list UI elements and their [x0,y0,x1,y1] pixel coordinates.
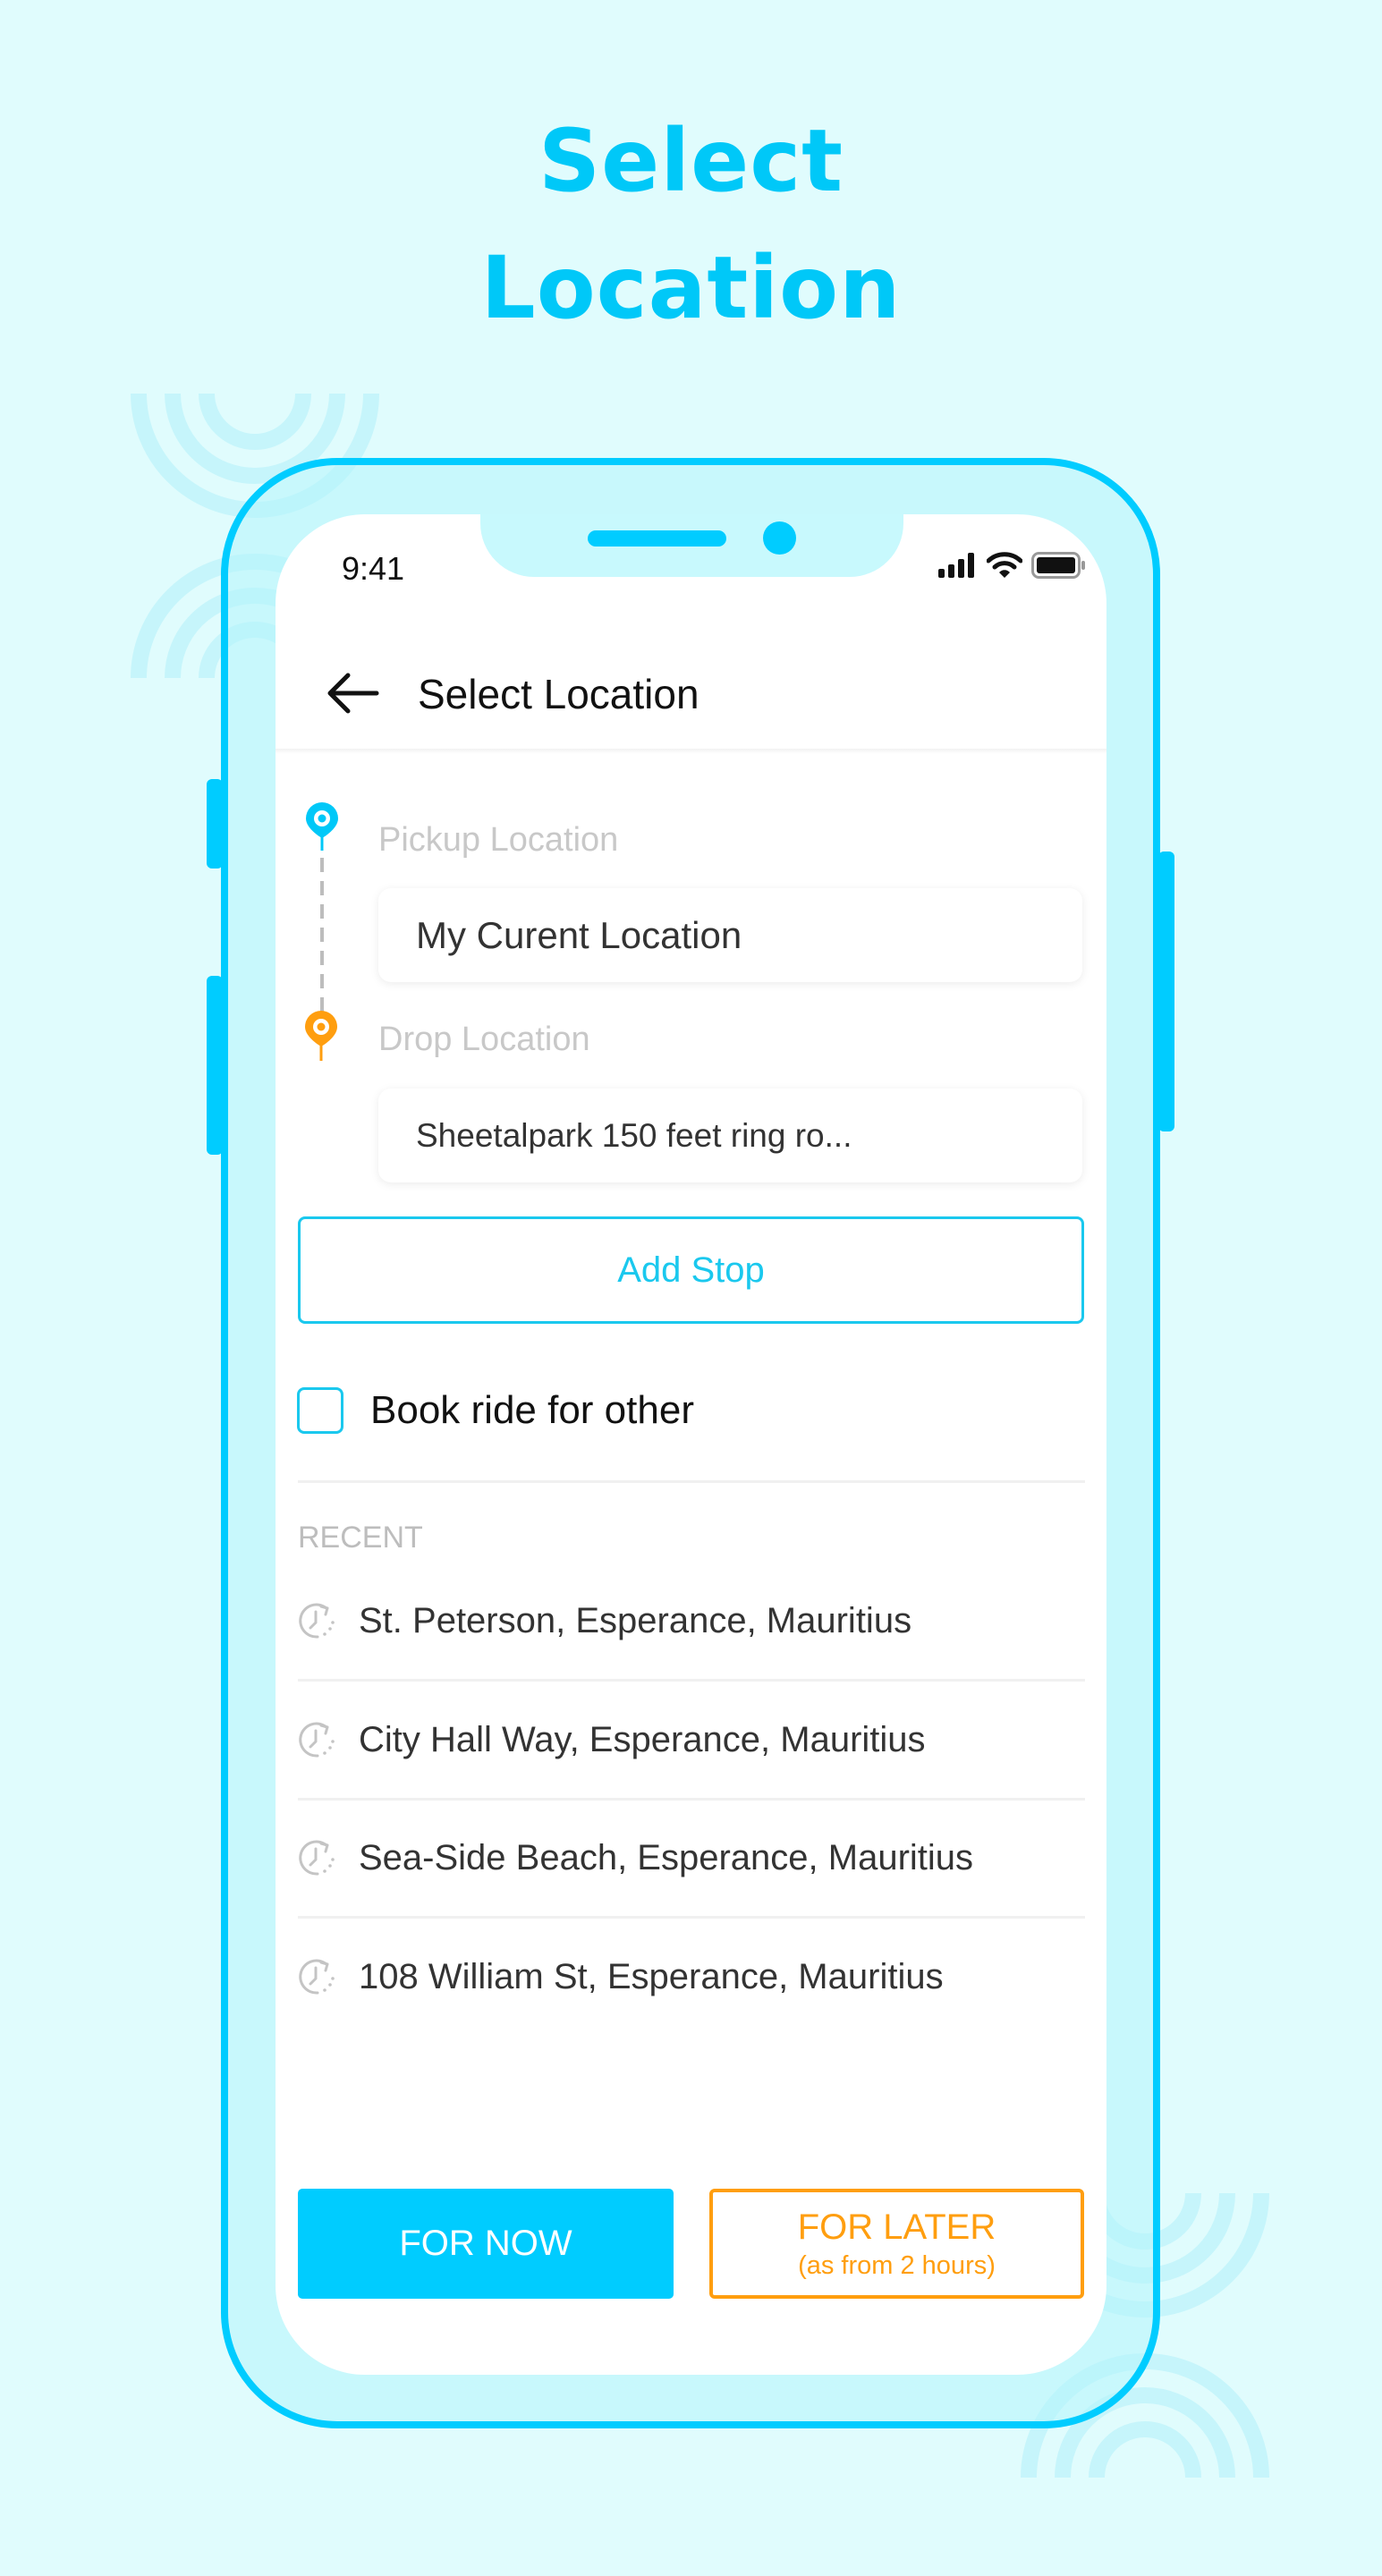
pickup-label: Pickup Location [378,821,619,859]
phone-side-button-power [1158,852,1174,1131]
history-icon [298,1838,337,1877]
drop-location-input[interactable]: Sheetalpark 150 feet ring ro... [378,1089,1082,1182]
book-for-other-checkbox[interactable] [297,1387,343,1434]
recent-item-text: Sea-Side Beach, Esperance, Mauritius [359,1837,974,1877]
arrow-left-icon [325,673,382,724]
page-title: Select Location [418,671,699,717]
history-icon [298,1601,337,1640]
recent-item[interactable]: Sea-Side Beach, Esperance, Mauritius [298,1809,1085,1907]
app-header: Select Location [276,640,1106,749]
battery-icon [1031,552,1087,582]
phone-notch [480,514,903,577]
drop-pin-icon [305,1011,337,1061]
list-divider [298,1679,1085,1682]
speaker-grille [588,530,726,547]
hero-title-line-2: Location [480,238,902,338]
recent-item[interactable]: St. Peterson, Esperance, Mauritius [298,1572,1085,1670]
status-icons [938,552,1087,582]
for-later-label: FOR LATER [797,2207,996,2247]
history-icon [298,1957,337,1996]
pickup-location-input[interactable]: My Curent Location [378,888,1082,982]
book-for-other-label: Book ride for other [370,1388,694,1432]
drop-location-value: Sheetalpark 150 feet ring ro... [416,1116,852,1154]
pickup-pin-icon [306,802,338,851]
phone-screen: 9:41 Select Location Pickup Location My … [276,514,1106,2375]
history-icon [298,1720,337,1759]
list-divider [298,1916,1085,1919]
pickup-location-value: My Curent Location [416,913,742,956]
recent-item[interactable]: City Hall Way, Esperance, Mauritius [298,1690,1085,1789]
book-for-other-row[interactable]: Book ride for other [297,1384,694,1437]
recent-item[interactable]: 108 William St, Esperance, Mauritius [298,1928,1085,2026]
add-stop-button[interactable]: Add Stop [298,1216,1084,1324]
for-now-button[interactable]: FOR NOW [298,2189,674,2299]
back-button[interactable] [325,666,382,720]
list-divider [298,1798,1085,1801]
recent-item-text: City Hall Way, Esperance, Mauritius [359,1719,926,1759]
recent-heading: RECENT [298,1521,423,1555]
for-later-button[interactable]: FOR LATER (as from 2 hours) [709,2189,1084,2299]
drop-label: Drop Location [378,1021,590,1058]
recent-item-text: 108 William St, Esperance, Mauritius [359,1956,944,1996]
header-divider [276,749,1106,754]
for-later-sublabel: (as from 2 hours) [798,2251,996,2280]
status-time: 9:41 [342,550,405,587]
hero-title-line-1: Select [538,111,844,211]
signal-icon [938,553,978,581]
front-camera [763,521,796,555]
wifi-icon [986,552,1023,582]
section-divider [298,1480,1085,1483]
recent-item-text: St. Peterson, Esperance, Mauritius [359,1600,912,1640]
